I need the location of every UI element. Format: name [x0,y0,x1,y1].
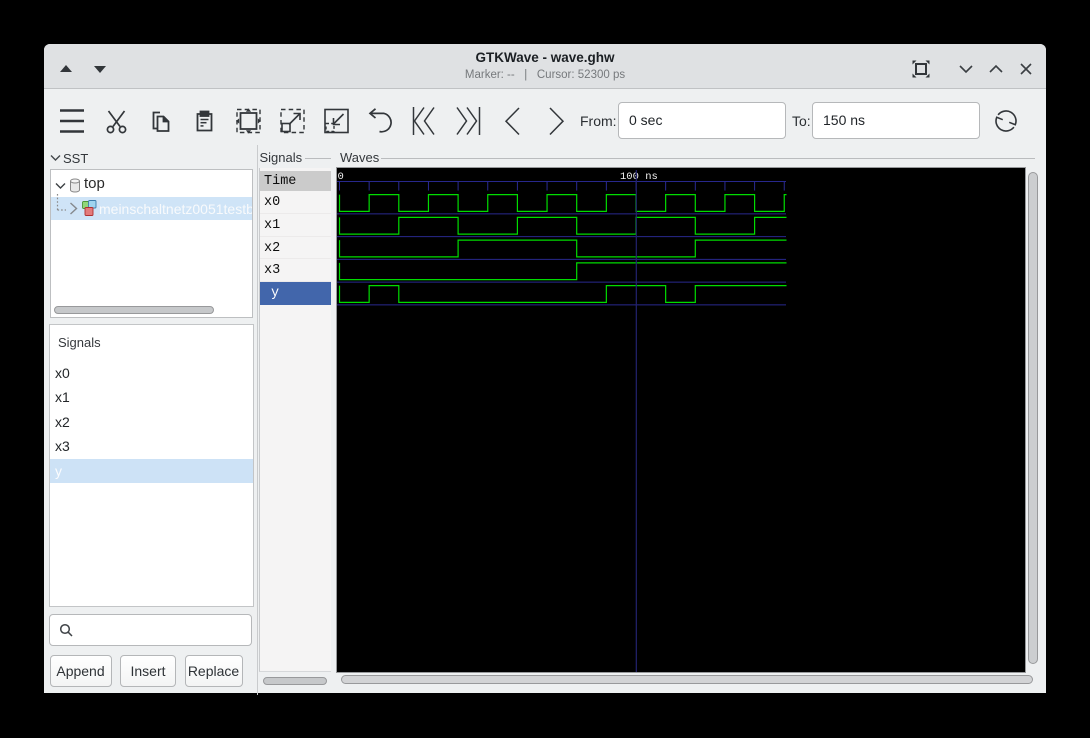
svg-text:0: 0 [338,171,344,183]
svg-text:100 ns: 100 ns [620,171,658,183]
